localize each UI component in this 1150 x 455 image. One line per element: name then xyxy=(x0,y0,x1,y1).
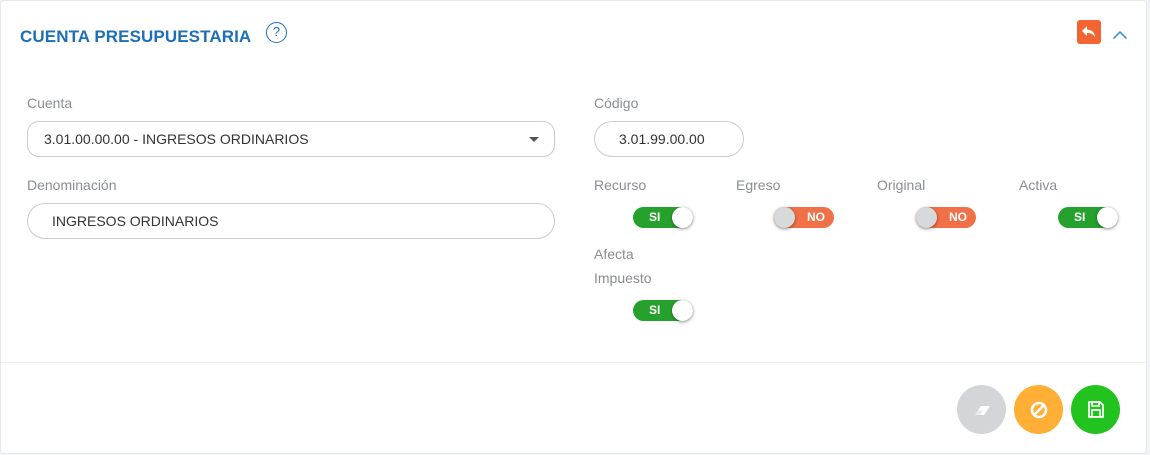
eraser-icon xyxy=(975,406,990,415)
afecta-impuesto-label-line2: Impuesto xyxy=(594,270,652,286)
original-toggle-text: NO xyxy=(949,210,967,224)
cancel-button[interactable] xyxy=(1014,385,1063,434)
codigo-value: 3.01.99.00.00 xyxy=(619,131,705,147)
recurso-toggle[interactable]: SI xyxy=(633,207,693,228)
question-circle-icon[interactable]: ? xyxy=(266,22,287,43)
activa-toggle[interactable]: SI xyxy=(1058,207,1118,228)
toggle-knob xyxy=(672,300,693,321)
egreso-label: Egreso xyxy=(736,177,781,193)
egreso-toggle-text: NO xyxy=(807,210,825,224)
reply-icon xyxy=(1082,26,1095,38)
cuenta-select[interactable]: 3.01.00.00.00 - INGRESOS ORDINARIOS xyxy=(27,121,555,157)
toggle-knob xyxy=(916,207,937,228)
activa-label: Activa xyxy=(1019,177,1058,193)
clear-button[interactable] xyxy=(957,385,1006,434)
codigo-label: Código xyxy=(594,95,639,111)
back-button[interactable] xyxy=(1077,20,1101,44)
toggle-knob xyxy=(774,207,795,228)
afecta-impuesto-toggle[interactable]: SI xyxy=(633,300,693,321)
afecta-impuesto-toggle-text: SI xyxy=(649,303,661,317)
original-label: Original xyxy=(877,177,926,193)
ban-icon xyxy=(1030,401,1048,419)
egreso-toggle[interactable]: NO xyxy=(774,207,834,228)
denominacion-field[interactable]: INGRESOS ORDINARIOS xyxy=(27,203,555,239)
footer-divider xyxy=(1,362,1148,363)
save-button[interactable] xyxy=(1071,385,1120,434)
recurso-toggle-text: SI xyxy=(649,210,661,224)
floppy-disk-icon xyxy=(1088,401,1104,418)
denominacion-label: Denominación xyxy=(27,177,117,193)
denominacion-value: INGRESOS ORDINARIOS xyxy=(52,213,219,229)
caret-down-icon xyxy=(529,137,539,142)
toggle-knob xyxy=(1097,207,1118,228)
chevron-up-icon xyxy=(1112,30,1128,40)
recurso-label: Recurso xyxy=(594,177,647,193)
toggle-knob xyxy=(672,207,693,228)
cuenta-select-value: 3.01.00.00.00 - INGRESOS ORDINARIOS xyxy=(44,131,309,147)
activa-toggle-text: SI xyxy=(1074,210,1086,224)
card-title: CUENTA PRESUPUESTARIA xyxy=(20,27,252,46)
codigo-field[interactable]: 3.01.99.00.00 xyxy=(594,121,744,157)
collapse-button[interactable] xyxy=(1112,27,1128,45)
afecta-impuesto-label-line1: Afecta xyxy=(594,246,634,262)
original-toggle[interactable]: NO xyxy=(916,207,976,228)
cuenta-presupuestaria-card: CUENTA PRESUPUESTARIA ? Cuenta 3.01.00.0… xyxy=(0,0,1148,454)
cuenta-label: Cuenta xyxy=(27,95,73,111)
